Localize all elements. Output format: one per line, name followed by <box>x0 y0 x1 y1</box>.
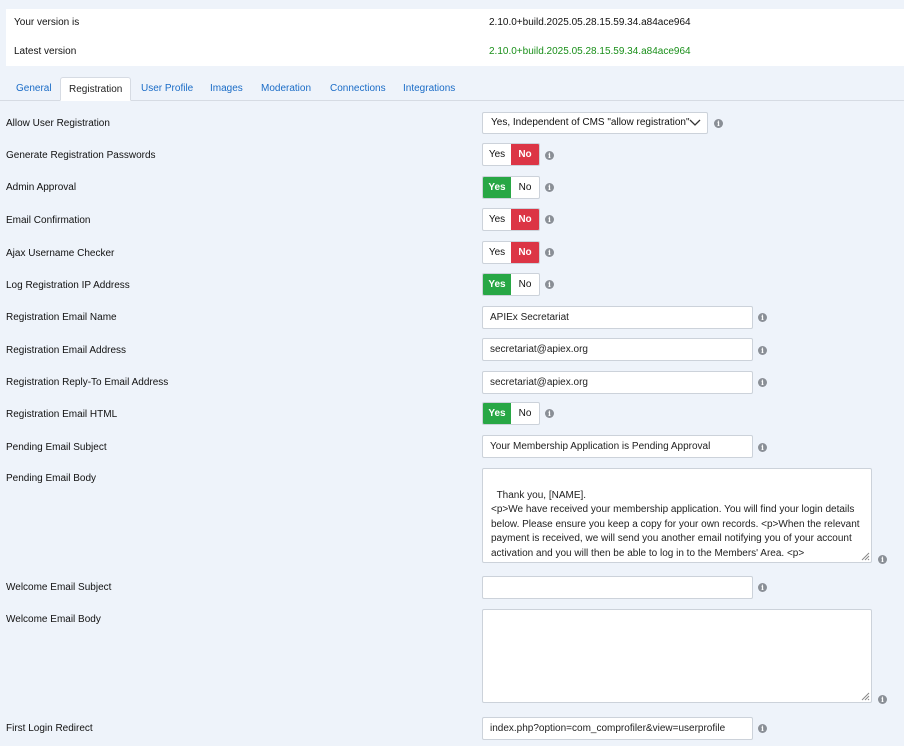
info-icon[interactable]: i <box>545 409 554 418</box>
info-icon[interactable]: i <box>758 724 767 733</box>
current-version-label: Your version is <box>14 17 80 28</box>
info-icon[interactable]: i <box>878 555 887 564</box>
generate-passwords-label: Generate Registration Passwords <box>6 150 156 161</box>
log-ip-toggle[interactable]: Yes No <box>482 273 540 296</box>
tab-registration[interactable]: Registration <box>60 77 132 101</box>
ajax-checker-toggle[interactable]: Yes No <box>482 241 540 264</box>
version-info-panel: Your version is 2.10.0+build.2025.05.28.… <box>6 9 904 66</box>
allow-registration-value: Yes, Independent of CMS "allow registrat… <box>491 117 690 128</box>
first-login-redirect-input[interactable]: index.php?option=com_comprofiler&view=us… <box>482 717 753 740</box>
toggle-yes[interactable]: Yes <box>483 177 511 198</box>
welcome-body-label: Welcome Email Body <box>6 614 101 625</box>
tab-user-profile[interactable]: User Profile <box>141 77 193 101</box>
tab-images[interactable]: Images <box>210 77 243 101</box>
toggle-yes[interactable]: Yes <box>483 209 511 230</box>
info-icon[interactable]: i <box>545 280 554 289</box>
info-icon[interactable]: i <box>545 248 554 257</box>
welcome-body-textarea[interactable] <box>482 609 872 703</box>
admin-approval-label: Admin Approval <box>6 182 77 193</box>
info-icon[interactable]: i <box>714 119 723 128</box>
tab-connections[interactable]: Connections <box>330 77 386 101</box>
toggle-yes[interactable]: Yes <box>483 274 511 295</box>
email-address-input[interactable]: secretariat@apiex.org <box>482 338 753 361</box>
info-icon[interactable]: i <box>758 313 767 322</box>
resize-grip-icon[interactable] <box>860 691 870 701</box>
info-icon[interactable]: i <box>545 183 554 192</box>
toggle-no[interactable]: No <box>511 209 539 230</box>
toggle-no[interactable]: No <box>511 242 539 263</box>
welcome-subject-input[interactable] <box>482 576 753 599</box>
generate-passwords-toggle[interactable]: Yes No <box>482 143 540 166</box>
tab-general[interactable]: General <box>16 77 52 101</box>
settings-tabs: General Registration User Profile Images… <box>0 77 904 101</box>
email-html-label: Registration Email HTML <box>6 409 118 420</box>
pending-body-label: Pending Email Body <box>6 473 97 484</box>
toggle-no[interactable]: No <box>511 274 539 295</box>
reply-to-input[interactable]: secretariat@apiex.org <box>482 371 753 394</box>
info-icon[interactable]: i <box>758 443 767 452</box>
info-icon[interactable]: i <box>545 215 554 224</box>
toggle-yes[interactable]: Yes <box>483 403 511 424</box>
toggle-no[interactable]: No <box>511 177 539 198</box>
ajax-checker-label: Ajax Username Checker <box>6 248 115 259</box>
toggle-yes[interactable]: Yes <box>483 144 511 165</box>
resize-grip-icon[interactable] <box>860 551 870 561</box>
first-login-redirect-label: First Login Redirect <box>6 723 93 734</box>
email-name-label: Registration Email Name <box>6 312 117 323</box>
pending-body-textarea[interactable]: Thank you, [NAME]. <p>We have received y… <box>482 468 872 563</box>
current-version-row: Your version is 2.10.0+build.2025.05.28.… <box>6 9 904 37</box>
email-confirmation-toggle[interactable]: Yes No <box>482 208 540 231</box>
pending-subject-label: Pending Email Subject <box>6 442 107 453</box>
latest-version-value: 2.10.0+build.2025.05.28.15.59.34.a84ace9… <box>489 46 691 57</box>
welcome-subject-label: Welcome Email Subject <box>6 582 112 593</box>
allow-registration-label: Allow User Registration <box>6 118 110 129</box>
email-address-label: Registration Email Address <box>6 345 127 356</box>
chevron-down-icon <box>689 119 701 126</box>
pending-body-text: Thank you, [NAME]. <p>We have received y… <box>491 489 860 559</box>
toggle-no[interactable]: No <box>511 403 539 424</box>
current-version-value: 2.10.0+build.2025.05.28.15.59.34.a84ace9… <box>489 17 691 28</box>
latest-version-row: Latest version 2.10.0+build.2025.05.28.1… <box>6 38 904 66</box>
log-ip-label: Log Registration IP Address <box>6 280 130 291</box>
email-html-toggle[interactable]: Yes No <box>482 402 540 425</box>
info-icon[interactable]: i <box>758 378 767 387</box>
toggle-yes[interactable]: Yes <box>483 242 511 263</box>
reply-to-label: Registration Reply-To Email Address <box>6 377 169 388</box>
info-icon[interactable]: i <box>545 151 554 160</box>
email-name-input[interactable]: APIEx Secretariat <box>482 306 753 329</box>
tab-moderation[interactable]: Moderation <box>261 77 311 101</box>
pending-subject-input[interactable]: Your Membership Application is Pending A… <box>482 435 753 458</box>
info-icon[interactable]: i <box>878 695 887 704</box>
email-confirmation-label: Email Confirmation <box>6 215 91 226</box>
admin-approval-toggle[interactable]: Yes No <box>482 176 540 199</box>
info-icon[interactable]: i <box>758 583 767 592</box>
toggle-no[interactable]: No <box>511 144 539 165</box>
info-icon[interactable]: i <box>758 346 767 355</box>
tab-integrations[interactable]: Integrations <box>403 77 455 101</box>
latest-version-label: Latest version <box>14 46 77 57</box>
allow-registration-select[interactable]: Yes, Independent of CMS "allow registrat… <box>482 112 708 134</box>
